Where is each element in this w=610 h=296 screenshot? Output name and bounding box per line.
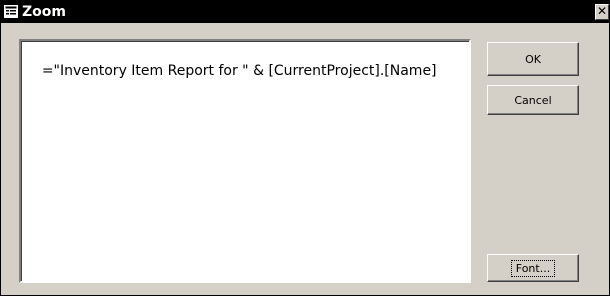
font-button[interactable]: Font...	[487, 254, 579, 282]
cancel-button[interactable]: Cancel	[487, 85, 579, 115]
dialog-title: Zoom	[22, 4, 66, 20]
font-button-label: Font...	[510, 259, 556, 277]
expression-textbox[interactable]: ="Inventory Item Report for " & [Current…	[19, 39, 471, 283]
ok-button[interactable]: OK	[487, 42, 579, 76]
ok-button-label: OK	[525, 52, 541, 66]
expression-text: ="Inventory Item Report for " & [Current…	[41, 63, 437, 79]
form-icon	[4, 5, 18, 18]
cancel-button-label: Cancel	[514, 93, 552, 107]
title-bar[interactable]: Zoom ✕	[1, 1, 609, 23]
zoom-dialog: Zoom ✕ ="Inventory Item Report for " & […	[0, 0, 610, 296]
close-icon: ✕	[596, 4, 608, 18]
close-button[interactable]: ✕	[595, 4, 609, 20]
